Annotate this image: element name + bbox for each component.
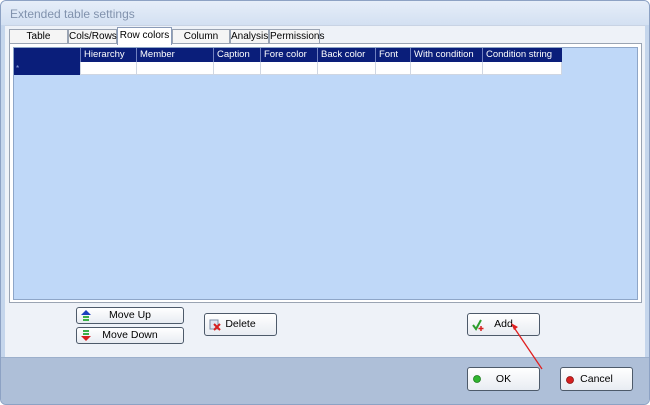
pointer-arrow-annotation xyxy=(511,323,543,370)
tab-row-colors[interactable]: Row colors xyxy=(117,27,172,45)
dialog-window: Extended table settings Table formats Co… xyxy=(0,0,650,405)
